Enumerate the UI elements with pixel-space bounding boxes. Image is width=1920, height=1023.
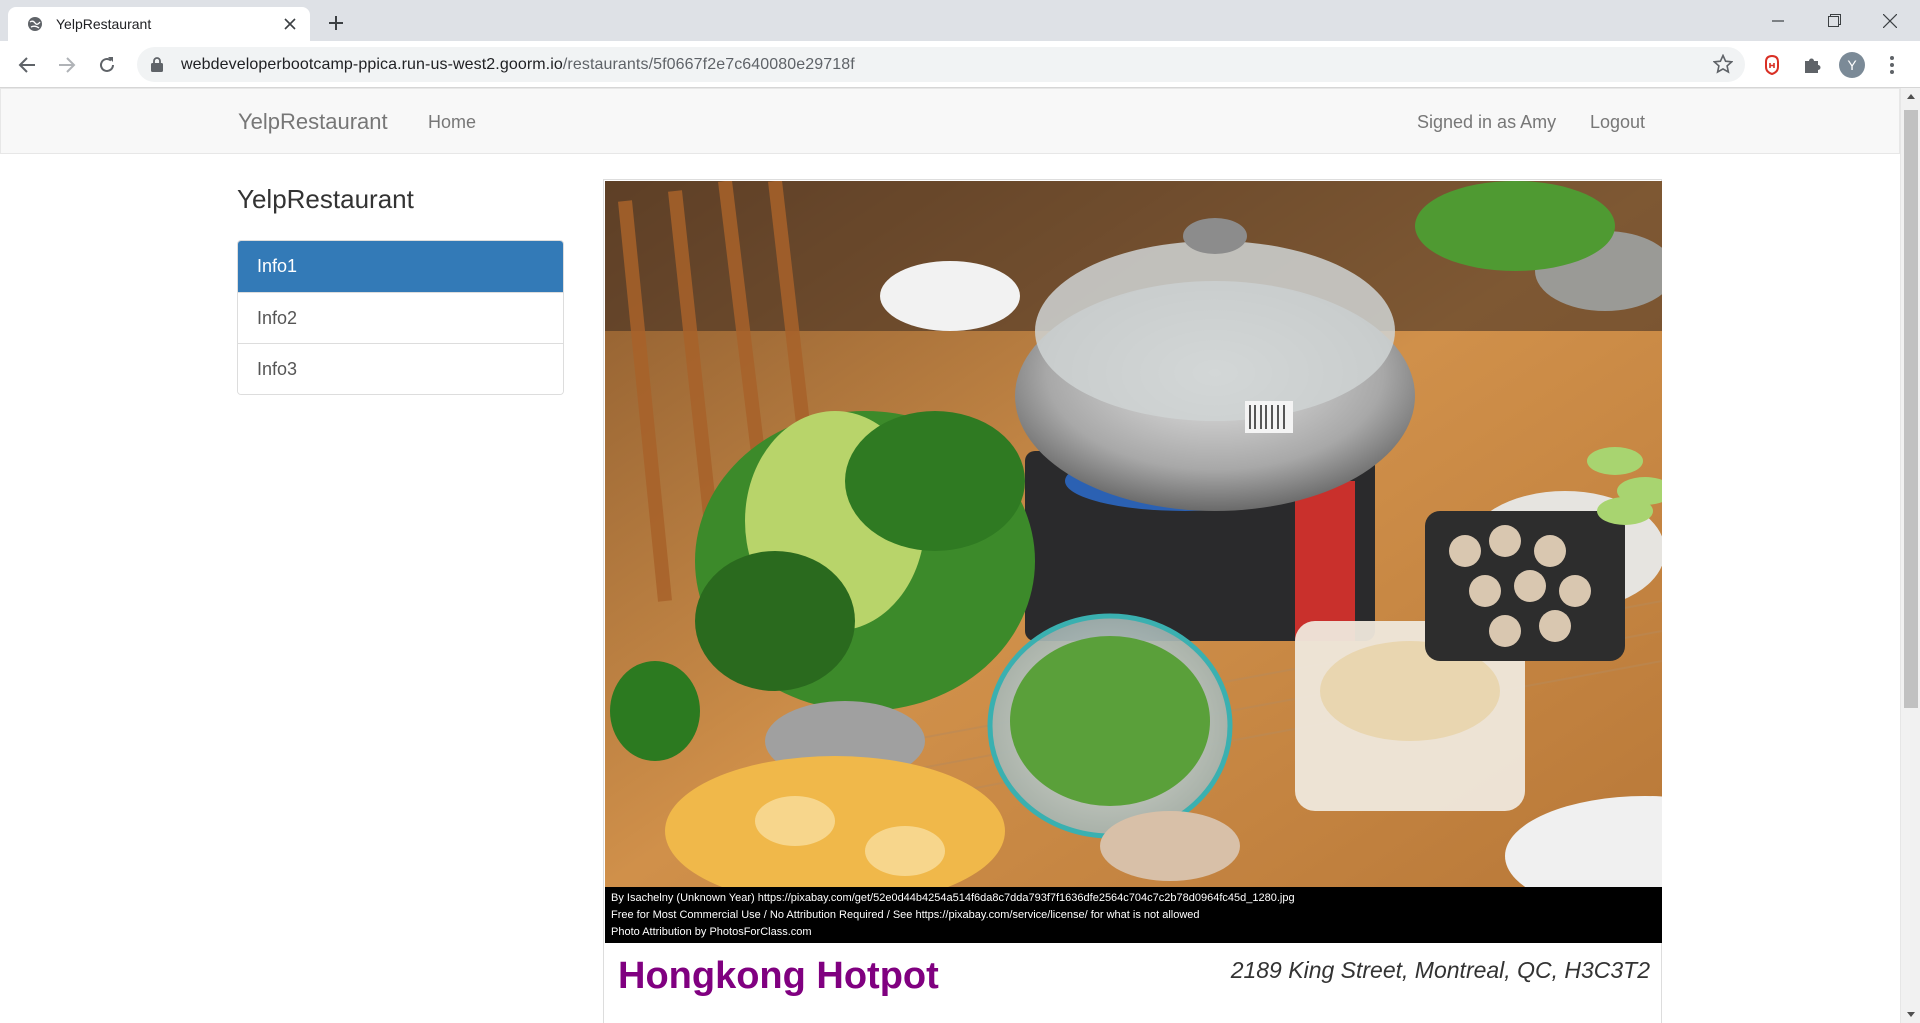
- extension-shield-icon[interactable]: [1761, 54, 1783, 76]
- sidebar-item-info2[interactable]: Info2: [238, 292, 563, 343]
- restaurant-name[interactable]: Hongkong Hotpot: [618, 955, 939, 998]
- signed-in-user[interactable]: Signed in as Amy: [1417, 112, 1556, 133]
- url-host: webdeveloperbootcamp-ppica.run-us-west2.…: [181, 55, 563, 73]
- nav-home-link[interactable]: Home: [428, 112, 476, 133]
- back-arrow-icon[interactable]: [13, 51, 41, 79]
- puzzle-extensions-icon[interactable]: [1801, 54, 1823, 76]
- site-navbar: YelpRestaurant Home Signed in as Amy Log…: [0, 88, 1900, 154]
- profile-avatar[interactable]: Y: [1839, 52, 1865, 78]
- scrollbar-thumb[interactable]: [1904, 110, 1918, 708]
- scroll-up-icon[interactable]: [1901, 88, 1920, 105]
- sidebar-item-info3[interactable]: Info3: [238, 343, 563, 394]
- tab-title: YelpRestaurant: [56, 16, 152, 32]
- lock-icon: [151, 56, 165, 73]
- page-viewport: YelpRestaurant Home Signed in as Amy Log…: [0, 88, 1900, 1023]
- sidebar-title: YelpRestaurant: [237, 184, 414, 214]
- photo-attribution: By Isachelny (Unknown Year) https://pixa…: [605, 887, 1662, 943]
- scroll-down-icon[interactable]: [1901, 1006, 1920, 1023]
- attribution-line: Photo Attribution by PhotosForClass.com: [611, 926, 812, 938]
- minimize-icon[interactable]: [1750, 0, 1806, 41]
- close-window-icon[interactable]: [1862, 0, 1918, 41]
- forward-arrow-icon[interactable]: [53, 51, 81, 79]
- logout-link[interactable]: Logout: [1590, 112, 1645, 133]
- attribution-line: Free for Most Commercial Use / No Attrib…: [611, 909, 1200, 921]
- restaurant-card: By Isachelny (Unknown Year) https://pixa…: [603, 179, 1662, 1023]
- globe-icon: [26, 15, 44, 33]
- restaurant-photo: [605, 181, 1662, 887]
- restore-icon[interactable]: [1806, 0, 1862, 41]
- tab-close-icon[interactable]: [280, 14, 300, 34]
- menu-kebab-icon[interactable]: [1884, 53, 1900, 77]
- restaurant-address: 2189 King Street, Montreal, QC, H3C3T2: [1230, 957, 1650, 983]
- page-scrollbar[interactable]: [1900, 88, 1920, 1023]
- url-text: webdeveloperbootcamp-ppica.run-us-west2.…: [181, 56, 855, 74]
- navbar-brand[interactable]: YelpRestaurant: [238, 109, 388, 135]
- browser-toolbar: webdeveloperbootcamp-ppica.run-us-west2.…: [0, 41, 1920, 88]
- sidebar-list: Info1 Info2 Info3: [237, 240, 564, 395]
- reload-icon[interactable]: [93, 51, 121, 79]
- new-tab-icon[interactable]: [322, 9, 350, 37]
- address-bar[interactable]: webdeveloperbootcamp-ppica.run-us-west2.…: [137, 47, 1745, 82]
- url-path: /restaurants/5f0667f2e7c640080e29718f: [562, 55, 855, 73]
- bookmark-star-icon[interactable]: [1712, 53, 1734, 74]
- browser-tab[interactable]: YelpRestaurant: [8, 7, 310, 41]
- attribution-line: By Isachelny (Unknown Year) https://pixa…: [611, 892, 1295, 904]
- sidebar-item-info1[interactable]: Info1: [238, 241, 563, 292]
- tab-strip: YelpRestaurant: [0, 0, 1920, 41]
